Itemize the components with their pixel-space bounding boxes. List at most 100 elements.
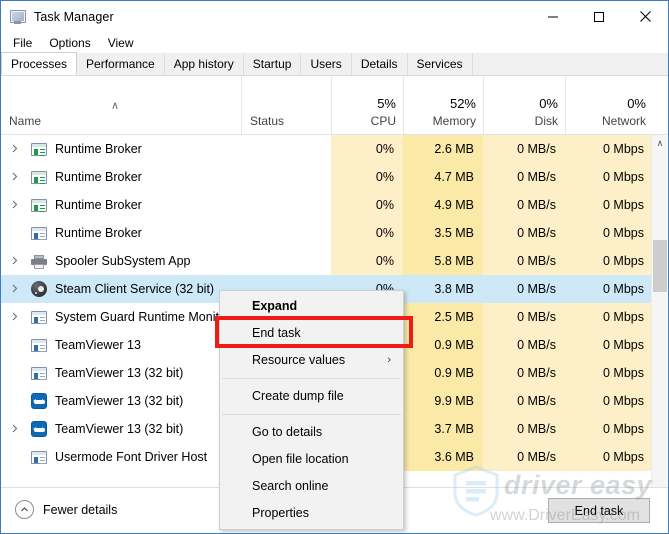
column-header-status[interactable]: Status bbox=[241, 76, 331, 134]
scroll-up-arrow-icon[interactable]: ∧ bbox=[652, 135, 668, 152]
column-header-cpu[interactable]: 5% CPU bbox=[331, 76, 403, 134]
process-status bbox=[241, 135, 331, 163]
expand-chevron-icon[interactable] bbox=[12, 312, 20, 322]
table-row[interactable]: Runtime Broker 0% 4.7 MB 0 MB/s 0 Mbps bbox=[1, 163, 653, 191]
process-name: Runtime Broker bbox=[55, 226, 142, 240]
menu-options[interactable]: Options bbox=[42, 34, 97, 52]
context-menu-item[interactable]: Go to details bbox=[220, 419, 403, 446]
process-network: 0 Mbps bbox=[565, 135, 653, 163]
context-menu-item[interactable]: Properties bbox=[220, 500, 403, 527]
context-menu-item-label: Search online bbox=[252, 479, 329, 493]
context-menu-item[interactable]: Open file location bbox=[220, 446, 403, 473]
expand-chevron-icon[interactable] bbox=[12, 256, 20, 266]
context-menu-item-label: Create dump file bbox=[252, 389, 344, 403]
process-disk: 0 MB/s bbox=[483, 303, 565, 331]
task-manager-window: Task Manager File Options View Processes… bbox=[0, 0, 669, 534]
context-menu-item[interactable]: Search online bbox=[220, 473, 403, 500]
minimize-button[interactable] bbox=[530, 1, 576, 32]
table-row[interactable]: Runtime Broker 0% 3.5 MB 0 MB/s 0 Mbps bbox=[1, 219, 653, 247]
tab-services[interactable]: Services bbox=[406, 53, 473, 75]
process-name: TeamViewer 13 (32 bit) bbox=[55, 394, 184, 408]
table-row[interactable]: Runtime Broker 0% 2.6 MB 0 MB/s 0 Mbps bbox=[1, 135, 653, 163]
process-cpu: 0% bbox=[331, 135, 403, 163]
column-header-disk-label: Disk bbox=[534, 114, 558, 128]
context-menu[interactable]: Expand End task Resource values › Create dum… bbox=[219, 290, 404, 530]
process-status bbox=[241, 191, 331, 219]
process-network: 0 Mbps bbox=[565, 247, 653, 275]
process-name: Runtime Broker bbox=[55, 198, 142, 212]
expand-chevron-icon[interactable] bbox=[12, 284, 20, 294]
column-header-memory[interactable]: 52% Memory bbox=[403, 76, 483, 134]
end-task-button[interactable]: End task bbox=[548, 498, 650, 523]
process-disk: 0 MB/s bbox=[483, 163, 565, 191]
steam-icon bbox=[31, 281, 47, 297]
window-blue-icon bbox=[31, 449, 47, 465]
tab-details[interactable]: Details bbox=[350, 53, 408, 75]
process-cpu: 0% bbox=[331, 163, 403, 191]
expand-chevron-icon[interactable] bbox=[12, 200, 20, 210]
table-row[interactable]: Spooler SubSystem App 0% 5.8 MB 0 MB/s 0 Mbp… bbox=[1, 247, 653, 275]
process-name: System Guard Runtime Monitor bbox=[55, 310, 231, 324]
menu-view[interactable]: View bbox=[101, 34, 141, 52]
context-menu-item-label: Open file location bbox=[252, 452, 349, 466]
process-cpu: 0% bbox=[331, 219, 403, 247]
tab-users[interactable]: Users bbox=[300, 53, 352, 75]
process-disk: 0 MB/s bbox=[483, 443, 565, 471]
vertical-scrollbar[interactable]: ∧ ∨ bbox=[651, 135, 667, 503]
process-name: Spooler SubSystem App bbox=[55, 254, 191, 268]
tab-startup[interactable]: Startup bbox=[242, 53, 302, 75]
process-disk: 0 MB/s bbox=[483, 387, 565, 415]
scrollbar-thumb[interactable] bbox=[653, 240, 667, 292]
window-green-icon bbox=[31, 169, 47, 185]
column-header-disk[interactable]: 0% Disk bbox=[483, 76, 565, 134]
expand-chevron-icon[interactable] bbox=[12, 172, 20, 182]
window-blue-icon bbox=[31, 365, 47, 381]
context-menu-separator bbox=[222, 378, 401, 379]
tab-processes[interactable]: Processes bbox=[1, 52, 78, 75]
process-name: Usermode Font Driver Host bbox=[55, 450, 208, 464]
menu-file[interactable]: File bbox=[6, 34, 39, 52]
submenu-arrow-icon: › bbox=[387, 354, 391, 366]
process-memory: 0.9 MB bbox=[403, 359, 483, 387]
context-menu-item[interactable]: Create dump file bbox=[220, 383, 403, 410]
task-manager-icon bbox=[10, 9, 26, 25]
fewer-details-label: Fewer details bbox=[43, 502, 118, 517]
column-header-name[interactable]: ∧ Name bbox=[1, 76, 241, 134]
context-menu-item-label: Properties bbox=[252, 506, 309, 520]
expand-chevron-icon[interactable] bbox=[12, 424, 20, 434]
context-menu-item-label: End task bbox=[252, 326, 301, 340]
expand-chevron-icon[interactable] bbox=[12, 144, 20, 154]
process-disk: 0 MB/s bbox=[483, 191, 565, 219]
process-name: TeamViewer 13 (32 bit) bbox=[55, 422, 184, 436]
process-memory: 3.6 MB bbox=[403, 443, 483, 471]
close-button[interactable] bbox=[622, 1, 668, 32]
process-name: TeamViewer 13 (32 bit) bbox=[55, 366, 184, 380]
process-disk: 0 MB/s bbox=[483, 135, 565, 163]
tab-performance[interactable]: Performance bbox=[76, 53, 165, 75]
column-header-disk-pct: 0% bbox=[539, 96, 558, 111]
process-memory: 4.9 MB bbox=[403, 191, 483, 219]
process-memory: 2.6 MB bbox=[403, 135, 483, 163]
process-network: 0 Mbps bbox=[565, 191, 653, 219]
context-menu-item[interactable]: End task bbox=[220, 320, 403, 347]
process-name: Steam Client Service (32 bit) bbox=[55, 282, 215, 296]
process-status bbox=[241, 219, 331, 247]
process-network: 0 Mbps bbox=[565, 415, 653, 443]
process-network: 0 Mbps bbox=[565, 359, 653, 387]
tab-app-history[interactable]: App history bbox=[163, 53, 244, 75]
process-name: TeamViewer 13 bbox=[55, 338, 141, 352]
context-menu-item[interactable]: Resource values › bbox=[220, 347, 403, 374]
maximize-button[interactable] bbox=[576, 1, 622, 32]
column-header-network[interactable]: 0% Network bbox=[565, 76, 653, 134]
sort-ascending-icon: ∧ bbox=[111, 100, 120, 112]
context-menu-item[interactable]: Expand bbox=[220, 293, 403, 320]
process-network: 0 Mbps bbox=[565, 303, 653, 331]
window-green-icon bbox=[31, 141, 47, 157]
title-bar: Task Manager bbox=[1, 1, 668, 32]
fewer-details-button[interactable]: Fewer details bbox=[15, 500, 117, 519]
process-memory: 5.8 MB bbox=[403, 247, 483, 275]
tab-strip: Processes Performance App history Startu… bbox=[1, 52, 668, 76]
teamviewer-icon bbox=[31, 421, 47, 437]
table-row[interactable]: Runtime Broker 0% 4.9 MB 0 MB/s 0 Mbps bbox=[1, 191, 653, 219]
process-memory: 9.9 MB bbox=[403, 387, 483, 415]
